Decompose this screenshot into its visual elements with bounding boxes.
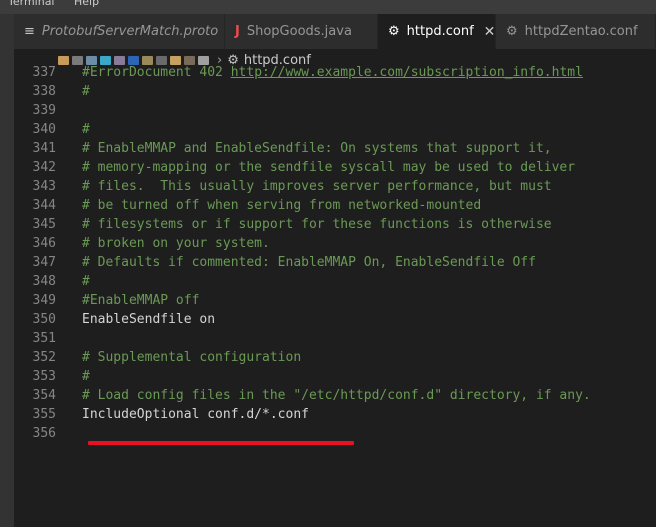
line-number: 354 bbox=[32, 388, 56, 403]
code-editor[interactable]: 337 #ErrorDocument 402 http://www.example… bbox=[14, 62, 656, 527]
line-number: 347 bbox=[32, 255, 56, 270]
list-icon: ≡ bbox=[24, 24, 35, 39]
line-number: 344 bbox=[32, 198, 56, 213]
code-text: # bbox=[82, 122, 90, 137]
line-number: 351 bbox=[32, 331, 56, 346]
code-text: # be turned off when serving from networ… bbox=[82, 198, 482, 213]
red-underline-annotation bbox=[88, 441, 354, 445]
tab-label: ShopGoods.java bbox=[246, 24, 352, 39]
line-number: 337 bbox=[32, 65, 56, 80]
line-number: 345 bbox=[32, 217, 56, 232]
line-number: 353 bbox=[32, 369, 56, 384]
code-text: # memory-mapping or the sendfile syscall… bbox=[82, 160, 576, 175]
line-number: 355 bbox=[32, 407, 56, 422]
tab-label: httpdZentao.conf bbox=[524, 24, 638, 39]
line-number: 340 bbox=[32, 122, 56, 137]
line-number: 350 bbox=[32, 312, 56, 327]
code-text: # EnableMMAP and EnableSendfile: On syst… bbox=[82, 141, 552, 156]
code-text: # Defaults if commented: EnableMMAP On, … bbox=[82, 255, 536, 270]
code-text: # bbox=[82, 274, 90, 289]
code-text: # files. This usually improves server pe… bbox=[82, 179, 552, 194]
line-number: 339 bbox=[32, 103, 56, 118]
tab-shop-goods[interactable]: J ShopGoods.java bbox=[225, 14, 378, 49]
line-number: 343 bbox=[32, 179, 56, 194]
close-icon[interactable]: ✕ bbox=[484, 24, 496, 40]
line-number: 346 bbox=[32, 236, 56, 251]
code-text: # broken on your system. bbox=[82, 236, 270, 251]
line-number: 349 bbox=[32, 293, 56, 308]
line-number: 352 bbox=[32, 350, 56, 365]
line-number: 342 bbox=[32, 160, 56, 175]
tab-label: ProtobufServerMatch.proto bbox=[41, 24, 219, 39]
activity-bar bbox=[0, 14, 14, 527]
line-number: 341 bbox=[32, 141, 56, 156]
menu-terminal[interactable]: Terminal bbox=[8, 0, 55, 8]
tab-bar: ≡ ProtobufServerMatch.proto J ShopGoods.… bbox=[14, 14, 656, 49]
line-number: 356 bbox=[32, 426, 56, 441]
java-icon: J bbox=[235, 24, 240, 39]
tab-httpd-conf[interactable]: ⚙ httpd.conf ✕ bbox=[378, 14, 496, 49]
code-text: # filesystems or if support for these fu… bbox=[82, 217, 552, 232]
code-text: # bbox=[82, 84, 90, 99]
line-number: 348 bbox=[32, 274, 56, 289]
code-text: IncludeOptional conf.d/*.conf bbox=[82, 407, 309, 422]
gear-icon: ⚙ bbox=[388, 24, 400, 39]
code-text: EnableSendfile on bbox=[82, 312, 216, 327]
tab-protobuf-server-match[interactable]: ≡ ProtobufServerMatch.proto bbox=[14, 14, 225, 49]
tab-label: httpd.conf bbox=[406, 24, 474, 39]
code-text: #EnableMMAP off bbox=[82, 293, 200, 308]
line-number: 338 bbox=[32, 84, 56, 99]
tab-httpd-zentao-conf[interactable]: ⚙ httpdZentao.conf bbox=[496, 14, 656, 49]
code-text: # Load config files in the "/etc/httpd/c… bbox=[82, 388, 591, 403]
menu-help[interactable]: Help bbox=[74, 0, 99, 8]
gear-icon: ⚙ bbox=[506, 24, 518, 39]
code-text: # bbox=[82, 369, 90, 384]
code-text: #ErrorDocument 402 http://www.example.co… bbox=[82, 65, 583, 80]
menu-bar: Terminal Help bbox=[0, 0, 656, 14]
code-text: # Supplemental configuration bbox=[82, 350, 302, 365]
